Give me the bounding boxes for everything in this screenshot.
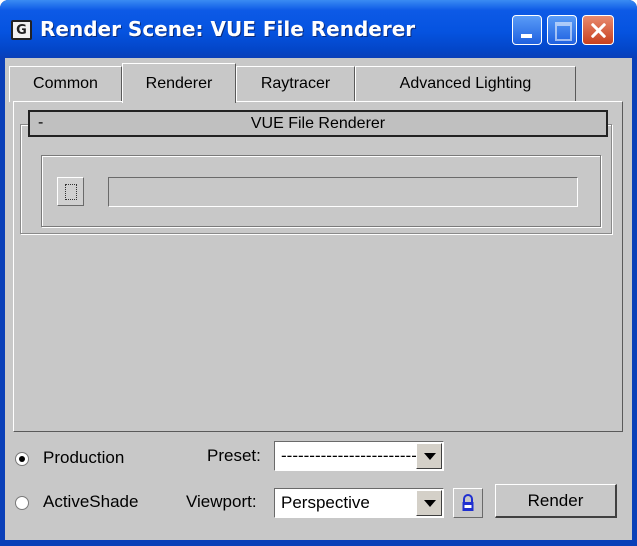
file-pick-button[interactable] bbox=[57, 177, 84, 206]
window-title: Render Scene: VUE File Renderer bbox=[40, 17, 416, 41]
lock-icon bbox=[462, 494, 474, 511]
viewport-value: Perspective bbox=[281, 493, 370, 512]
file-group bbox=[41, 155, 601, 227]
dialog-client-area: Common Renderer Raytracer Advanced Light… bbox=[5, 58, 632, 540]
activeshade-label: ActiveShade bbox=[43, 492, 139, 511]
tab-raytracer[interactable]: Raytracer bbox=[236, 66, 355, 102]
chevron-down-icon[interactable] bbox=[416, 490, 442, 516]
render-scene-window: G Render Scene: VUE File Renderer Common… bbox=[0, 0, 637, 546]
tab-advanced-lighting[interactable]: Advanced Lighting bbox=[355, 66, 576, 102]
preset-dropdown[interactable]: ------------------------ bbox=[274, 441, 444, 471]
tab-common[interactable]: Common bbox=[9, 66, 122, 102]
rollout-title: VUE File Renderer bbox=[250, 115, 386, 132]
maximize-icon[interactable] bbox=[547, 15, 577, 45]
production-radio[interactable] bbox=[15, 451, 29, 466]
viewport-label: Viewport: bbox=[186, 492, 257, 511]
preset-value: ------------------------ bbox=[281, 446, 417, 465]
production-radio-row[interactable]: Production bbox=[15, 448, 124, 468]
activeshade-radio-row[interactable]: ActiveShade bbox=[15, 492, 138, 512]
viewport-dropdown[interactable]: Perspective bbox=[274, 488, 444, 518]
file-path-field[interactable] bbox=[108, 177, 578, 207]
renderer-panel: - VUE File Renderer bbox=[13, 101, 623, 432]
chevron-down-icon[interactable] bbox=[416, 443, 442, 469]
rollout-header-vue-file-renderer[interactable]: - VUE File Renderer bbox=[28, 110, 608, 137]
app-icon[interactable]: G bbox=[11, 20, 32, 40]
preset-label: Preset: bbox=[207, 446, 261, 465]
tab-renderer[interactable]: Renderer bbox=[122, 63, 236, 103]
production-label: Production bbox=[43, 448, 125, 467]
viewport-lock-button[interactable] bbox=[453, 488, 483, 518]
title-bar[interactable]: G Render Scene: VUE File Renderer bbox=[0, 0, 637, 58]
render-button[interactable]: Render bbox=[495, 484, 617, 518]
activeshade-radio[interactable] bbox=[15, 495, 29, 510]
minimize-icon[interactable] bbox=[512, 15, 542, 45]
close-icon[interactable] bbox=[582, 15, 614, 45]
